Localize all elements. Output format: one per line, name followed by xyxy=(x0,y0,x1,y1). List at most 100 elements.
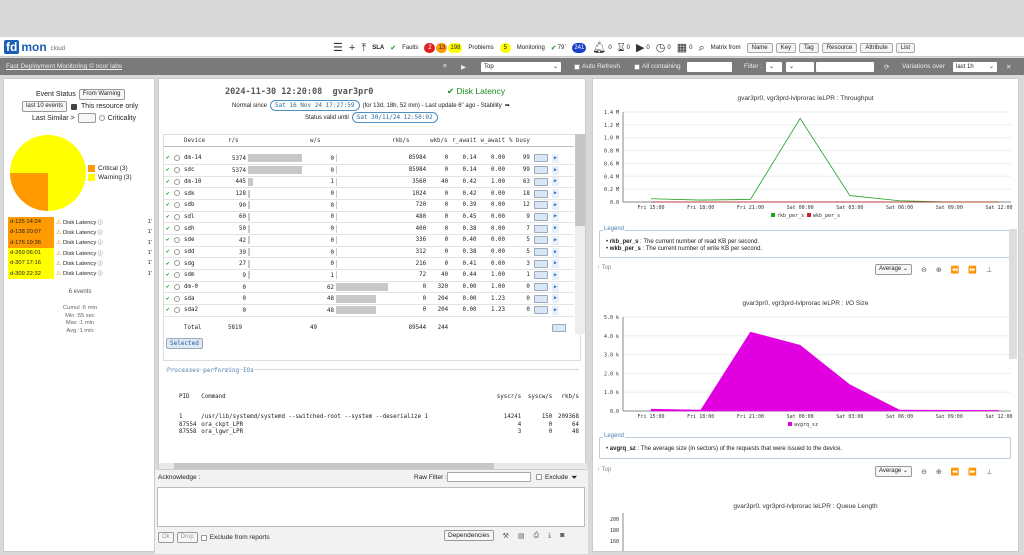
top-link-1[interactable]: ↑ Top xyxy=(597,265,611,271)
expand-cell[interactable]: ▶ xyxy=(549,234,574,247)
expand-arrow-icon[interactable]: ▶ xyxy=(551,177,559,187)
bell-icon[interactable]: 🔔︎ xyxy=(592,41,606,55)
graph-icon[interactable] xyxy=(533,259,548,268)
graph-cell[interactable] xyxy=(531,199,550,212)
filter-select[interactable]: ⌄ xyxy=(766,61,782,72)
expand-arrow-icon[interactable]: ▶ xyxy=(551,259,559,269)
pin-icon[interactable]: ⊥ xyxy=(986,266,992,274)
forward-icon-2[interactable]: ⏩ xyxy=(968,468,977,476)
event-id[interactable]: d-307 17:16 xyxy=(8,258,54,269)
graph-icon[interactable] xyxy=(533,154,548,163)
expand-arrow-icon[interactable]: ▶ xyxy=(551,224,559,234)
row-radio[interactable] xyxy=(174,202,180,209)
monitoring-label[interactable]: Monitoring xyxy=(517,45,545,51)
proc-row[interactable]: 87558 ora_lgwr_LPR 3 0 48 xyxy=(179,429,579,437)
row-radio-cell[interactable] xyxy=(172,164,182,177)
expand-arrow-icon[interactable]: ▶ xyxy=(551,270,559,280)
info-icon[interactable]: ⓘ xyxy=(96,261,103,267)
pin-icon-2[interactable]: ⊥ xyxy=(986,468,992,476)
drop-button[interactable]: Drop xyxy=(176,532,198,543)
app-logo[interactable]: fd mon cloud xyxy=(4,37,65,57)
play-icon[interactable]: ▶ xyxy=(636,41,644,55)
graph-cell[interactable] xyxy=(531,269,550,282)
auto-refresh-checkbox[interactable] xyxy=(574,63,580,70)
this-resource-checkbox[interactable] xyxy=(71,103,78,110)
event-row[interactable]: d-309 22:32 ⚠ Disk Latency ⓘ 1' xyxy=(8,268,154,279)
expand-cell[interactable]: ▶ xyxy=(549,222,574,235)
graph-cell[interactable] xyxy=(531,222,550,235)
row-radio-cell[interactable] xyxy=(172,222,182,235)
disk-row[interactable]: ✔ sdd 39 0 312 0 0.38 0.00 5 ▶ xyxy=(164,246,574,259)
expand-cell[interactable]: ▶ xyxy=(549,246,574,259)
play-menu-icon[interactable]: ▶ xyxy=(461,63,466,71)
forward-icon[interactable]: ⏩ xyxy=(968,266,977,274)
matrix-button-key[interactable]: Key xyxy=(775,43,796,53)
disk-row[interactable]: ✔ sda 0 48 0 204 0.00 1.23 0 ▶ xyxy=(164,292,574,306)
expand-cell[interactable]: ▶ xyxy=(549,269,574,282)
graph-icon[interactable] xyxy=(533,201,548,210)
disk-row[interactable]: ✔ sde 42 0 336 0 0.40 0.00 5 ▶ xyxy=(164,234,574,247)
event-id[interactable]: d-138 20:07 xyxy=(8,227,54,238)
graph-cell[interactable] xyxy=(531,164,550,177)
event-id[interactable]: d-176 19:36 xyxy=(8,237,54,248)
search-icon[interactable]: ⌕ xyxy=(698,41,704,55)
disk-row[interactable]: ✔ dm-14 5374 0 85984 0 0.14 0.00 99 ▶ xyxy=(164,152,574,165)
graph-cell[interactable] xyxy=(531,246,550,259)
graph-cell[interactable] xyxy=(531,176,550,189)
expand-cell[interactable]: ▶ xyxy=(549,199,574,212)
right-scrollbar[interactable] xyxy=(1009,229,1017,359)
graph-icon[interactable] xyxy=(533,166,548,175)
exclude-checkbox[interactable] xyxy=(536,474,542,480)
expand-cell[interactable]: ▶ xyxy=(549,152,574,165)
row-radio[interactable] xyxy=(174,225,180,232)
proc-row[interactable]: 87554 ora_ckpt_LPR 4 0 64 xyxy=(179,422,579,430)
row-radio-cell[interactable] xyxy=(172,176,182,189)
row-radio-cell[interactable] xyxy=(172,281,182,294)
problems-badge[interactable]: 5 xyxy=(499,43,511,53)
last-similar-input[interactable] xyxy=(77,113,96,123)
event-row[interactable]: d-125 14:24 ⚠ Disk Latency ⓘ 1' xyxy=(8,217,154,228)
horizontal-scrollbar[interactable] xyxy=(159,463,587,469)
monitoring-badge[interactable]: 241 xyxy=(572,43,587,53)
filter-input[interactable] xyxy=(816,61,874,72)
disk-row[interactable]: ✔ dm-10 445 1 3560 40 0.42 1.00 63 ▶ xyxy=(164,176,574,189)
event-row[interactable]: d-138 20:07 ⚠ Disk Latency ⓘ 1' xyxy=(8,227,154,238)
row-radio-cell[interactable] xyxy=(172,292,182,306)
expand-arrow-icon[interactable]: ▶ xyxy=(551,189,559,199)
close-icon[interactable]: ✕ xyxy=(1006,63,1011,71)
vertical-scrollbar[interactable] xyxy=(575,134,585,334)
top-link-2[interactable]: ↑ Top xyxy=(597,467,611,473)
graph-icon[interactable] xyxy=(533,224,548,233)
info-icon[interactable]: ⓘ xyxy=(96,271,103,277)
average-select-1[interactable]: Average xyxy=(879,266,901,272)
expand-arrow-icon[interactable]: ▶ xyxy=(551,212,559,222)
expand-arrow-icon[interactable]: ▶ xyxy=(551,294,559,304)
upload-icon[interactable]: ⤒ xyxy=(361,41,366,55)
row-radio-cell[interactable] xyxy=(172,246,182,259)
proc-row[interactable]: 1/usr/lib/systemd/systemd --switched-roo… xyxy=(179,414,579,422)
disk-row[interactable]: ✔ sdm 9 1 72 40 0.44 1.00 1 ▶ xyxy=(164,269,574,282)
event-id[interactable]: d-269 06:01 xyxy=(8,247,54,259)
acknowledge-textarea[interactable] xyxy=(157,487,585,527)
event-row[interactable]: d-176 19:36 ⚠ Disk Latency ⓘ 1' xyxy=(8,237,154,248)
wrench-icon[interactable]: ⚒ xyxy=(503,532,509,540)
expand-arrow-icon[interactable]: ▶ xyxy=(551,153,559,163)
event-id[interactable]: d-309 22:32 xyxy=(8,268,54,279)
expand-arrow-icon[interactable]: ▶ xyxy=(551,235,559,245)
zoom-in-icon[interactable]: ⊖ xyxy=(921,266,927,274)
row-radio-cell[interactable] xyxy=(172,269,182,282)
info-icon[interactable]: ⓘ xyxy=(96,251,103,257)
event-row[interactable]: d-269 06:01 ⚠ Disk Latency ⓘ 1' xyxy=(8,247,154,259)
expand-cell[interactable]: ▶ xyxy=(549,304,574,317)
graph-cell[interactable] xyxy=(531,152,550,165)
graph-cell[interactable] xyxy=(531,292,550,306)
row-radio[interactable] xyxy=(174,237,180,244)
zoom-out-icon[interactable]: ⊕ xyxy=(936,266,942,274)
download-icon[interactable]: ⤓ xyxy=(548,532,551,540)
last-10-events-button[interactable]: last 10 events xyxy=(22,101,68,112)
zoom-in-icon-2[interactable]: ⊖ xyxy=(921,468,927,476)
expand-arrow-icon[interactable]: ▶ xyxy=(551,165,559,175)
disk-row[interactable]: ✔ dm-0 0 62 0 320 0.00 1.00 0 ▶ xyxy=(164,281,574,294)
graph-icon[interactable] xyxy=(533,248,548,257)
row-radio[interactable] xyxy=(174,248,180,255)
